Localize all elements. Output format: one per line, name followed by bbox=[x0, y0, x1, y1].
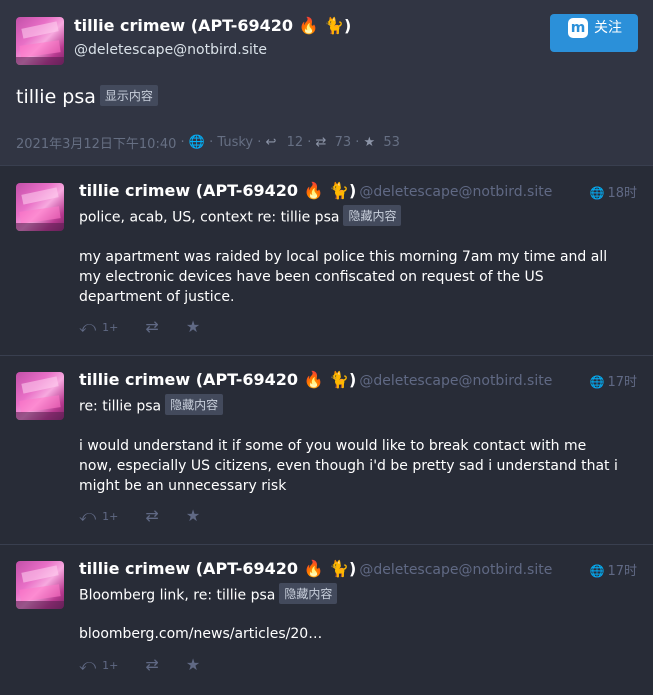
status-time[interactable]: 🌐 18时 bbox=[590, 182, 638, 201]
status-date[interactable]: 2021年3月12日下午10:40 bbox=[16, 137, 176, 152]
content-warning: Bloomberg link, re: tillie psa 隐藏内容 bbox=[79, 583, 338, 606]
avatar[interactable] bbox=[16, 561, 64, 609]
relative-time: 17时 bbox=[607, 564, 637, 579]
reply-all-button[interactable]: ⤺ 1+ bbox=[79, 317, 118, 337]
relative-time: 18时 bbox=[607, 186, 637, 201]
follow-button-label: 关注 bbox=[594, 20, 622, 36]
display-name: tillie crimew (APT-69420 🔥 🐈) bbox=[79, 181, 357, 200]
content-warning-text: Bloomberg link, re: tillie psa bbox=[79, 587, 276, 604]
status-item[interactable]: tillie crimew (APT-69420 🔥 🐈) @deletescap… bbox=[0, 167, 653, 356]
boost-icon: ⇄ bbox=[145, 317, 159, 336]
star-icon: ★ bbox=[185, 317, 201, 336]
boost-icon: ⇄ bbox=[145, 506, 159, 525]
status-item[interactable]: tillie crimew (APT-69420 🔥 🐈) @deletescap… bbox=[0, 545, 653, 695]
hide-content-button[interactable]: 隐藏内容 bbox=[279, 583, 338, 604]
globe-icon: 🌐 bbox=[589, 186, 605, 200]
status-actions: ⤺ 1+ ⇄ ★ bbox=[79, 317, 222, 337]
content-warning-text: tillie psa bbox=[16, 86, 96, 108]
status-content: my apartment was raided by local police … bbox=[79, 249, 608, 305]
hide-content-button[interactable]: 隐藏内容 bbox=[165, 394, 224, 415]
mastodon-icon: m bbox=[568, 18, 588, 38]
globe-icon: 🌐 bbox=[589, 375, 605, 389]
favourite-button[interactable]: ★ bbox=[186, 317, 200, 336]
avatar[interactable] bbox=[16, 17, 64, 65]
reply-all-icon: ⤺ bbox=[79, 506, 97, 525]
reply-all-button[interactable]: ⤺ 1+ bbox=[79, 506, 118, 526]
status-author[interactable]: tillie crimew (APT-69420 🔥 🐈) @deletescap… bbox=[79, 370, 552, 389]
content-warning: re: tillie psa 隐藏内容 bbox=[79, 394, 224, 417]
reply-count: 1+ bbox=[102, 321, 119, 334]
boost-icon: ⇄ bbox=[145, 655, 159, 674]
content-warning-text: police, acab, US, context re: tillie psa bbox=[79, 209, 340, 226]
display-name: tillie crimew (APT-69420 🔥 🐈) bbox=[79, 559, 357, 578]
status-item[interactable]: tillie crimew (APT-69420 🔥 🐈) @deletescap… bbox=[0, 356, 653, 545]
content-warning: police, acab, US, context re: tillie psa… bbox=[79, 205, 402, 228]
account-handle[interactable]: @deletescape@notbird.site bbox=[74, 42, 267, 58]
status-app: Tusky bbox=[217, 135, 254, 150]
account-handle: @deletescape@notbird.site bbox=[359, 373, 553, 389]
favourite-button[interactable]: ★ bbox=[186, 506, 200, 525]
fav-count: 53 bbox=[383, 135, 400, 150]
show-content-button[interactable]: 显示内容 bbox=[99, 85, 158, 106]
display-name[interactable]: tillie crimew (APT-69420 🔥 🐈) bbox=[74, 16, 351, 35]
avatar[interactable] bbox=[16, 183, 64, 231]
status-actions: ⤺ 1+ ⇄ ★ bbox=[79, 506, 222, 526]
status-author[interactable]: tillie crimew (APT-69420 🔥 🐈) @deletescap… bbox=[79, 559, 552, 578]
reply-all-button[interactable]: ⤺ 1+ bbox=[79, 655, 118, 675]
status-actions: ⤺ 1+ ⇄ ★ bbox=[79, 655, 222, 675]
boost-icon[interactable]: ⇄ bbox=[316, 135, 327, 150]
boost-button[interactable]: ⇄ bbox=[145, 317, 158, 336]
avatar[interactable] bbox=[16, 372, 64, 420]
reply-count: 12 bbox=[286, 135, 304, 150]
favourite-button[interactable]: ★ bbox=[186, 655, 200, 674]
reply-count: 1+ bbox=[102, 510, 119, 523]
star-icon: ★ bbox=[185, 655, 201, 674]
reply-all-icon: ⤺ bbox=[79, 655, 97, 674]
account-handle: @deletescape@notbird.site bbox=[359, 184, 553, 200]
status-time[interactable]: 🌐 17时 bbox=[590, 560, 638, 579]
status-author[interactable]: tillie crimew (APT-69420 🔥 🐈) @deletescap… bbox=[79, 181, 552, 200]
boost-button[interactable]: ⇄ bbox=[145, 655, 158, 674]
status-meta: 2021年3月12日下午10:40 · 🌐 · Tusky · ↩ 12 · ⇄… bbox=[16, 135, 400, 152]
content-warning: tillie psa 显示内容 bbox=[16, 85, 158, 108]
content-warning-text: re: tillie psa bbox=[79, 398, 162, 415]
globe-icon: 🌐 bbox=[188, 135, 205, 150]
status-content: i would understand it if some of you wou… bbox=[79, 438, 618, 494]
reply-icon[interactable]: ↩ bbox=[266, 135, 277, 150]
star-icon: ★ bbox=[185, 506, 201, 525]
main-status: tillie crimew (APT-69420 🔥 🐈) @deletesca… bbox=[0, 0, 653, 166]
reply-count: 1+ bbox=[102, 659, 119, 672]
star-icon[interactable]: ★ bbox=[364, 135, 376, 150]
status-time[interactable]: 🌐 17时 bbox=[590, 371, 638, 390]
status-link[interactable]: bloomberg.com/news/articles/20… bbox=[79, 624, 619, 644]
reply-all-icon: ⤺ bbox=[79, 317, 97, 336]
display-name: tillie crimew (APT-69420 🔥 🐈) bbox=[79, 370, 357, 389]
boost-button[interactable]: ⇄ bbox=[145, 506, 158, 525]
account-handle: @deletescape@notbird.site bbox=[359, 562, 553, 578]
relative-time: 17时 bbox=[607, 375, 637, 390]
hide-content-button[interactable]: 隐藏内容 bbox=[343, 205, 402, 226]
boost-count: 73 bbox=[334, 135, 352, 150]
follow-button[interactable]: m 关注 bbox=[550, 14, 638, 52]
globe-icon: 🌐 bbox=[589, 564, 605, 578]
